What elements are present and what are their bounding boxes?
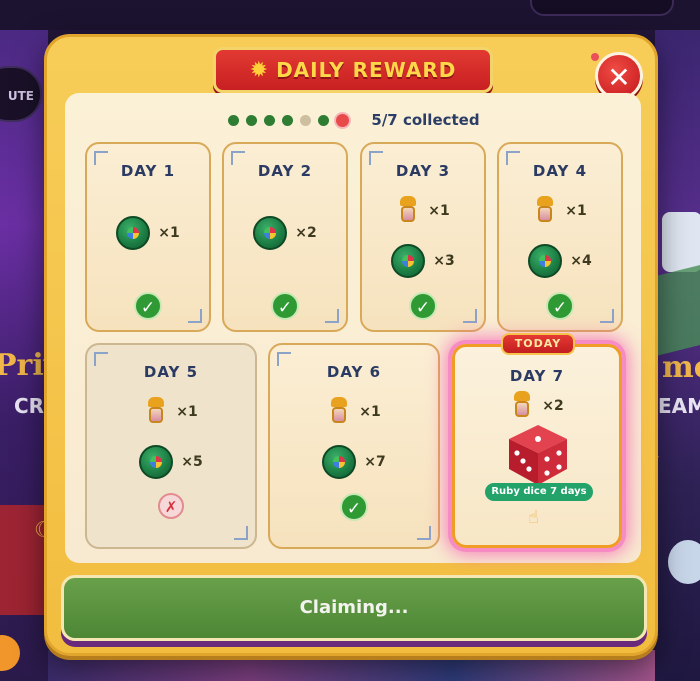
collected-check-icon: ✓ xyxy=(271,292,299,320)
background-right-sub: EAM xyxy=(658,394,700,418)
green-coin-icon xyxy=(116,216,151,250)
day-label: DAY 4 xyxy=(532,162,588,180)
top-pill xyxy=(530,0,674,16)
reward-item: ×5 xyxy=(87,445,255,479)
reward-quantity: ×4 xyxy=(570,253,592,269)
progress-dot-1 xyxy=(228,114,240,126)
lamp-icon xyxy=(327,397,351,427)
collected-check-icon: ✓ xyxy=(340,493,368,521)
day-card-1[interactable]: DAY 1 ×1 ✓ xyxy=(85,142,211,332)
lamp-icon xyxy=(396,196,420,226)
progress-dot-5 xyxy=(300,114,312,126)
day-card-6[interactable]: DAY 6 ×1 ×7 ✓ xyxy=(268,343,440,549)
claim-button[interactable]: Claiming... xyxy=(61,575,647,641)
background-left-sub: CR xyxy=(14,394,45,418)
day-card-5[interactable]: DAY 5 ×1 ×5 ✗ xyxy=(85,343,257,549)
progress-text: 5/7 collected xyxy=(371,111,480,129)
day-label: DAY 3 xyxy=(395,162,451,180)
lamp-icon xyxy=(510,391,534,421)
reward-quantity: ×2 xyxy=(295,225,317,241)
reward-quantity: ×3 xyxy=(433,253,455,269)
green-coin-icon xyxy=(391,244,426,278)
day-label: DAY 5 xyxy=(143,363,199,381)
progress-row: 5/7 collected xyxy=(47,109,661,131)
reward-item: ×1 xyxy=(499,196,621,226)
background-robot-icon xyxy=(668,540,700,584)
lamp-icon xyxy=(533,196,557,226)
daily-reward-modal: ✹ DAILY REWARD ✕ 5/7 collected DAY 1 ×1 … xyxy=(44,34,658,656)
day-label: DAY 1 xyxy=(120,162,176,180)
day-card-2[interactable]: DAY 2 ×2 ✓ xyxy=(222,142,348,332)
day-card-3[interactable]: DAY 3 ×1 ×3 ✓ xyxy=(360,142,486,332)
ruby-dice-icon xyxy=(509,425,567,485)
day-label: DAY 7 xyxy=(509,367,565,385)
reward-item: ×1 xyxy=(87,216,209,250)
background-board xyxy=(655,263,700,357)
progress-dot-6 xyxy=(318,114,330,126)
reward-item: ×1 xyxy=(270,397,438,427)
pointing-hand-icon: ☝ xyxy=(528,507,539,528)
green-coin-icon xyxy=(528,244,563,278)
reward-item: ×1 xyxy=(87,397,255,427)
green-coin-icon xyxy=(139,445,174,479)
reward-quantity: ×1 xyxy=(158,225,180,241)
reward-quantity: ×1 xyxy=(428,203,450,219)
progress-dots xyxy=(228,113,350,127)
modal-title: DAILY REWARD xyxy=(276,58,457,82)
reward-item: ×4 xyxy=(499,244,621,278)
reward-quantity: ×1 xyxy=(176,404,198,420)
progress-dot-2 xyxy=(246,114,258,126)
day-label: DAY 6 xyxy=(326,363,382,381)
reward-item: ×1 xyxy=(362,196,484,226)
background-right-title: me xyxy=(662,350,700,385)
progress-dot-4 xyxy=(282,114,294,126)
reward-item: ×2 xyxy=(455,391,619,421)
reward-quantity: ×1 xyxy=(565,203,587,219)
green-coin-icon xyxy=(253,216,288,250)
day-label: DAY 2 xyxy=(257,162,313,180)
reward-quantity: ×5 xyxy=(181,454,203,470)
reward-item: ×3 xyxy=(362,244,484,278)
reward-quantity: ×2 xyxy=(542,398,564,414)
reward-item: ×2 xyxy=(224,216,346,250)
lamp-icon xyxy=(144,397,168,427)
progress-dot-7 xyxy=(336,113,350,127)
background-dice-icon xyxy=(662,212,700,272)
day-card-7-today[interactable]: TODAY DAY 7 ×2 Ruby dice 7 days ☝ xyxy=(452,333,622,548)
sparkle-icon xyxy=(591,53,599,61)
progress-dot-3 xyxy=(264,114,276,126)
bonus-label: Ruby dice 7 days xyxy=(485,483,593,501)
sun-badge-icon: ✹ xyxy=(249,57,269,83)
reward-item: ×7 xyxy=(270,445,438,479)
title-banner: ✹ DAILY REWARD xyxy=(213,47,493,93)
collected-check-icon: ✓ xyxy=(134,292,162,320)
reward-quantity: ×1 xyxy=(359,404,381,420)
day-card-4[interactable]: DAY 4 ×1 ×4 ✓ xyxy=(497,142,623,332)
missed-cross-icon: ✗ xyxy=(158,493,184,519)
close-icon: ✕ xyxy=(607,61,631,94)
green-coin-icon xyxy=(322,445,357,479)
collected-check-icon: ✓ xyxy=(546,292,574,320)
collected-check-icon: ✓ xyxy=(409,292,437,320)
today-badge: TODAY xyxy=(501,333,575,355)
reward-quantity: ×7 xyxy=(364,454,386,470)
